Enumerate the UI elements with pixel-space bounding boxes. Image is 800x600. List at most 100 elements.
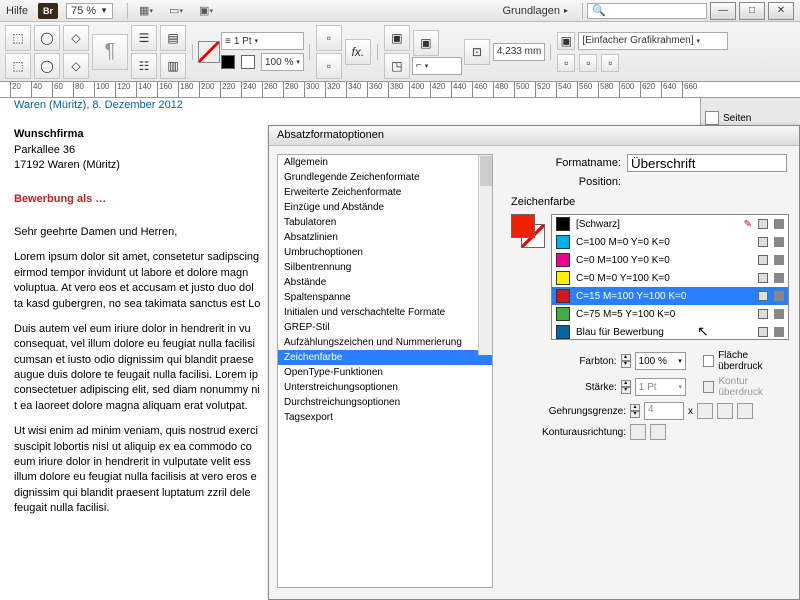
overprint-fill-checkbox[interactable] bbox=[703, 355, 714, 367]
miter-label: Gehrungsgrenze: bbox=[511, 406, 626, 417]
stroke-swatch[interactable] bbox=[198, 41, 220, 63]
weight-spinner[interactable]: ▴▾ bbox=[621, 380, 631, 394]
tool-icon[interactable]: ☷ bbox=[131, 53, 157, 79]
category-item[interactable]: Aufzählungszeichen und Nummerierung bbox=[278, 335, 492, 350]
color-row[interactable]: C=100 M=0 Y=0 K=0 bbox=[552, 233, 788, 251]
small-icon[interactable]: ▫ bbox=[557, 54, 575, 72]
miter-spinner[interactable]: ▴▾ bbox=[630, 404, 640, 418]
join-button[interactable] bbox=[737, 403, 753, 419]
corner-dropdown[interactable]: ⌐▾ bbox=[412, 57, 462, 75]
salutation: Sehr geehrte Damen und Herren, bbox=[14, 225, 264, 240]
tint-value[interactable]: 100 %▾ bbox=[635, 352, 686, 370]
category-item[interactable]: Umbruchoptionen bbox=[278, 245, 492, 260]
zoom-dropdown[interactable]: 75 %▼ bbox=[66, 3, 113, 19]
weight-label: Stärke: bbox=[511, 382, 617, 393]
tint-spinner[interactable]: ▴▾ bbox=[621, 354, 631, 368]
bridge-icon[interactable]: Br bbox=[38, 3, 58, 19]
maximize-button[interactable]: □ bbox=[739, 2, 765, 20]
miter-value[interactable]: 4 bbox=[644, 402, 684, 420]
menubar: Hilfe Br 75 %▼ ▦▾ ▭▾ ▣▾ Grundlagen▸ 🔍 — … bbox=[0, 0, 800, 22]
mm-input[interactable]: 4,233 mm bbox=[493, 43, 545, 61]
fx-icon[interactable]: ▫ bbox=[316, 25, 342, 51]
tool-icon[interactable]: ◇ bbox=[63, 53, 89, 79]
small-icon[interactable]: ▫ bbox=[579, 54, 597, 72]
paragraph-style-options-dialog: Absatzformatoptionen AllgemeinGrundlegen… bbox=[268, 125, 800, 600]
frame-type-icon[interactable]: ▣ bbox=[557, 32, 575, 50]
color-list[interactable]: ↖ [Schwarz]✎C=100 M=0 Y=0 K=0C=0 M=100 Y… bbox=[551, 214, 789, 340]
wrap-icon[interactable]: ▣ bbox=[413, 30, 439, 56]
tool-icon[interactable]: ▤ bbox=[160, 25, 186, 51]
category-item[interactable]: Spaltenspanne bbox=[278, 290, 492, 305]
screen-mode-icon[interactable]: ▭▾ bbox=[162, 2, 190, 20]
align-stroke-button[interactable] bbox=[630, 424, 646, 440]
category-item[interactable]: OpenType-Funktionen bbox=[278, 365, 492, 380]
category-item[interactable]: Tabulatoren bbox=[278, 215, 492, 230]
arrange-icon[interactable]: ▣▾ bbox=[192, 2, 220, 20]
category-list[interactable]: AllgemeinGrundlegende ZeichenformateErwe… bbox=[277, 154, 493, 588]
overprint-stroke-label: Kontur überdruck bbox=[718, 376, 789, 398]
stroke-weight[interactable]: ≡ 1 Pt▾ bbox=[221, 32, 304, 50]
paragraph-icon[interactable]: ¶ bbox=[92, 34, 128, 70]
workspace-dropdown[interactable]: Grundlagen▸ bbox=[502, 5, 568, 17]
category-item[interactable]: Unterstreichungsoptionen bbox=[278, 380, 492, 395]
category-item[interactable]: Silbentrennung bbox=[278, 260, 492, 275]
fill-stroke-swatch[interactable] bbox=[511, 214, 545, 248]
tool-icon[interactable]: ⬚ bbox=[5, 53, 31, 79]
overprint-stroke-checkbox bbox=[703, 381, 714, 393]
scrollbar[interactable] bbox=[478, 155, 492, 355]
color-row[interactable]: C=0 M=0 Y=100 K=0 bbox=[552, 269, 788, 287]
tool-icon[interactable]: ◇ bbox=[63, 25, 89, 51]
overprint-fill-label: Fläche überdruck bbox=[718, 350, 789, 372]
object-style-dropdown[interactable]: [Einfacher Grafikrahmen]▾ bbox=[578, 32, 728, 50]
corner-icon[interactable]: ⊡ bbox=[464, 39, 490, 65]
dialog-title: Absatzformatoptionen bbox=[269, 126, 799, 146]
category-item[interactable]: GREP-Stil bbox=[278, 320, 492, 335]
fx-button[interactable]: fx. bbox=[345, 39, 371, 65]
body-paragraph: Duis autem vel eum iriure dolor in hendr… bbox=[14, 322, 264, 414]
date-text: Waren (Müritz), 8. Dezember 2012 bbox=[14, 98, 800, 113]
minimize-button[interactable]: — bbox=[710, 2, 736, 20]
miter-x: x bbox=[688, 406, 693, 417]
tool-icon[interactable]: ☰ bbox=[131, 25, 157, 51]
category-item[interactable]: Einzüge und Abstände bbox=[278, 200, 492, 215]
category-item[interactable]: Durchstreichungsoptionen bbox=[278, 395, 492, 410]
tool-icon[interactable]: ⬚ bbox=[5, 25, 31, 51]
color-row[interactable]: C=75 M=5 Y=100 K=0 bbox=[552, 305, 788, 323]
color-row[interactable]: Blau für Bewerbung bbox=[552, 323, 788, 340]
align-stroke-button[interactable] bbox=[650, 424, 666, 440]
color-row[interactable]: C=0 M=100 Y=0 K=0 bbox=[552, 251, 788, 269]
fill-swatch[interactable] bbox=[221, 55, 235, 69]
section-heading: Zeichenfarbe bbox=[511, 196, 789, 208]
wrap-icon[interactable]: ◳ bbox=[384, 53, 410, 79]
tool-icon[interactable]: ◯ bbox=[34, 53, 60, 79]
category-item[interactable]: Absatzlinien bbox=[278, 230, 492, 245]
color-row[interactable]: [Schwarz]✎ bbox=[552, 215, 788, 233]
small-icon[interactable]: ▫ bbox=[601, 54, 619, 72]
wrap-icon[interactable]: ▣ bbox=[384, 25, 410, 51]
formatname-input[interactable] bbox=[627, 154, 787, 172]
category-item[interactable]: Zeichenfarbe bbox=[278, 350, 492, 365]
search-input[interactable]: 🔍 bbox=[587, 3, 707, 19]
join-button[interactable] bbox=[697, 403, 713, 419]
view-options-icon[interactable]: ▦▾ bbox=[132, 2, 160, 20]
category-item[interactable]: Erweiterte Zeichenformate bbox=[278, 185, 492, 200]
body-paragraph: Ut wisi enim ad minim veniam, quis nostr… bbox=[14, 424, 264, 516]
join-button[interactable] bbox=[717, 403, 733, 419]
tint-input[interactable]: 100 %▾ bbox=[261, 53, 304, 71]
control-toolbar: ⬚⬚ ◯◯ ◇◇ ¶ ☰☷ ▤▥ ≡ 1 Pt▾ 100 %▾ ▫▫ fx. ▣… bbox=[0, 22, 800, 82]
category-item[interactable]: Grundlegende Zeichenformate bbox=[278, 170, 492, 185]
category-item[interactable]: Tagsexport bbox=[278, 410, 492, 425]
fx-icon[interactable]: ▫ bbox=[316, 53, 342, 79]
weight-value[interactable]: 1 Pt▾ bbox=[635, 378, 686, 396]
category-item[interactable]: Initialen und verschachtelte Formate bbox=[278, 305, 492, 320]
category-item[interactable]: Allgemein bbox=[278, 155, 492, 170]
close-button[interactable]: ✕ bbox=[768, 2, 794, 20]
align-label: Konturausrichtung: bbox=[511, 427, 626, 438]
body-paragraph: Lorem ipsum dolor sit amet, consetetur s… bbox=[14, 250, 264, 312]
tool-icon[interactable]: ▥ bbox=[160, 53, 186, 79]
color-row[interactable]: C=15 M=100 Y=100 K=0 bbox=[552, 287, 788, 305]
help-menu[interactable]: Hilfe bbox=[6, 5, 28, 17]
category-item[interactable]: Abstände bbox=[278, 275, 492, 290]
tool-icon[interactable]: ◯ bbox=[34, 25, 60, 51]
stroke-swatch-2[interactable] bbox=[241, 55, 255, 69]
